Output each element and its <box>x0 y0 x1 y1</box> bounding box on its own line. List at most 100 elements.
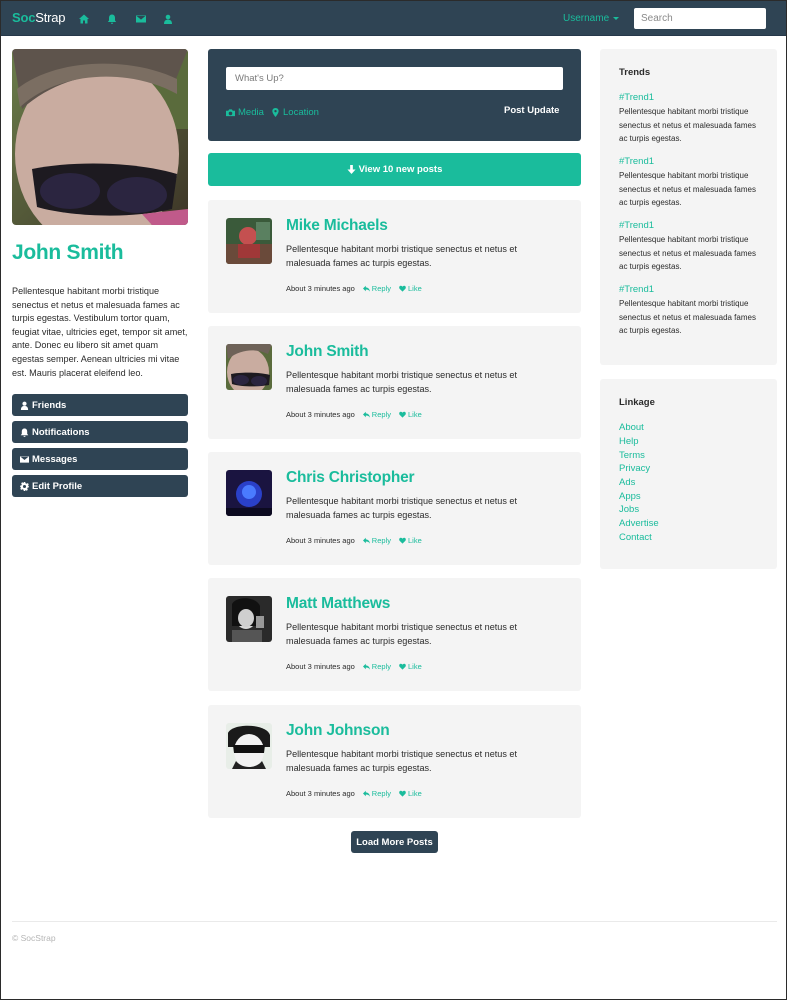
post-update-button[interactable]: Post Update <box>504 105 559 116</box>
view-new-posts-button[interactable]: View 10 new posts <box>208 153 581 186</box>
home-icon[interactable] <box>77 12 90 25</box>
post-meta: About 3 minutes ago Reply Like <box>286 410 422 419</box>
post-text: Pellentesque habitant morbi tristique se… <box>286 244 518 268</box>
post-author[interactable]: Chris Christopher <box>286 469 415 487</box>
media-link[interactable]: Media <box>226 107 264 118</box>
search-input[interactable] <box>634 8 766 29</box>
post-card: Mike Michaels Pellentesque habitant morb… <box>208 200 581 313</box>
heart-icon <box>399 285 406 292</box>
link-privacy[interactable]: Privacy <box>619 463 650 474</box>
reply-icon <box>362 790 370 797</box>
like-link[interactable]: Like <box>399 284 422 293</box>
arrow-down-icon <box>347 165 356 174</box>
trend-text: Pellentesque habitant morbi tristique se… <box>619 171 756 207</box>
caret-down-icon <box>613 16 620 20</box>
heart-icon <box>399 663 406 670</box>
envelope-icon[interactable] <box>134 12 147 25</box>
post-avatar[interactable] <box>226 218 272 264</box>
linkage-title: Linkage <box>619 397 655 408</box>
reply-icon <box>362 411 370 418</box>
link-about[interactable]: About <box>619 422 644 433</box>
trend-tag[interactable]: #Trend1 <box>619 156 654 167</box>
heart-icon <box>399 411 406 418</box>
reply-icon <box>362 663 370 670</box>
post-author[interactable]: Matt Matthews <box>286 595 390 613</box>
link-apps[interactable]: Apps <box>619 491 641 502</box>
post-card: Matt Matthews Pellentesque habitant morb… <box>208 578 581 691</box>
camera-icon <box>226 109 235 117</box>
reply-link[interactable]: Reply <box>362 536 391 545</box>
friends-button[interactable]: Friends <box>12 394 188 416</box>
brand-logo[interactable]: SocStrap <box>12 10 66 25</box>
post-author[interactable]: Mike Michaels <box>286 217 388 235</box>
bell-icon <box>20 427 29 437</box>
post-timestamp: About 3 minutes ago <box>286 284 355 293</box>
post-text: Pellentesque habitant morbi tristique se… <box>286 370 518 394</box>
status-input[interactable] <box>226 67 563 90</box>
post-text: Pellentesque habitant morbi tristique se… <box>286 496 518 520</box>
user-icon <box>20 401 29 410</box>
link-jobs[interactable]: Jobs <box>619 504 639 515</box>
map-marker-icon <box>272 108 279 117</box>
link-advertise[interactable]: Advertise <box>619 518 659 529</box>
edit-profile-button[interactable]: Edit Profile <box>12 475 188 497</box>
post-avatar[interactable] <box>226 344 272 390</box>
trend-tag[interactable]: #Trend1 <box>619 220 654 231</box>
post-author[interactable]: John Johnson <box>286 722 390 740</box>
link-ads[interactable]: Ads <box>619 477 635 488</box>
reply-link[interactable]: Reply <box>362 284 391 293</box>
post-author[interactable]: John Smith <box>286 343 369 361</box>
post-composer: Media Location <box>208 49 581 141</box>
post-avatar[interactable] <box>226 596 272 642</box>
like-link[interactable]: Like <box>399 410 422 419</box>
like-link[interactable]: Like <box>399 536 422 545</box>
post-meta: About 3 minutes ago Reply Like <box>286 536 422 545</box>
reply-link[interactable]: Reply <box>362 662 391 671</box>
post-meta: About 3 minutes ago Reply Like <box>286 662 422 671</box>
notifications-button[interactable]: Notifications <box>12 421 188 443</box>
top-navbar: SocStrap Username <box>1 1 786 36</box>
trend-text: Pellentesque habitant morbi tristique se… <box>619 299 756 335</box>
post-card: John Smith Pellentesque habitant morbi t… <box>208 326 581 439</box>
messages-button[interactable]: Messages <box>12 448 188 470</box>
post-avatar[interactable] <box>226 470 272 516</box>
profile-name: John Smith <box>12 241 124 264</box>
post-avatar[interactable] <box>226 723 272 769</box>
footer-divider <box>12 921 777 922</box>
bell-icon[interactable] <box>105 12 118 25</box>
post-timestamp: About 3 minutes ago <box>286 410 355 419</box>
link-terms[interactable]: Terms <box>619 450 645 461</box>
linkage-panel: Linkage About Help Terms Privacy Ads App… <box>600 379 777 569</box>
heart-icon <box>399 537 406 544</box>
gear-icon <box>20 481 29 491</box>
load-more-button[interactable]: Load More Posts <box>351 831 438 853</box>
post-timestamp: About 3 minutes ago <box>286 789 355 798</box>
like-link[interactable]: Like <box>399 789 422 798</box>
post-card: Chris Christopher Pellentesque habitant … <box>208 452 581 565</box>
location-link[interactable]: Location <box>271 107 319 118</box>
username-dropdown[interactable]: Username <box>563 13 620 24</box>
post-text: Pellentesque habitant morbi tristique se… <box>286 749 518 773</box>
reply-link[interactable]: Reply <box>362 789 391 798</box>
profile-bio: Pellentesque habitant morbi tristique se… <box>12 286 188 378</box>
post-timestamp: About 3 minutes ago <box>286 662 355 671</box>
reply-icon <box>362 537 370 544</box>
trend-tag[interactable]: #Trend1 <box>619 284 654 295</box>
trend-tag[interactable]: #Trend1 <box>619 92 654 103</box>
like-link[interactable]: Like <box>399 662 422 671</box>
trend-text: Pellentesque habitant morbi tristique se… <box>619 107 756 143</box>
reply-link[interactable]: Reply <box>362 410 391 419</box>
user-icon[interactable] <box>161 12 174 25</box>
reply-icon <box>362 285 370 292</box>
post-meta: About 3 minutes ago Reply Like <box>286 789 422 798</box>
envelope-icon <box>20 455 29 463</box>
link-help[interactable]: Help <box>619 436 639 447</box>
post-text: Pellentesque habitant morbi tristique se… <box>286 622 518 646</box>
trends-title: Trends <box>619 67 651 78</box>
profile-avatar <box>12 49 188 225</box>
heart-icon <box>399 790 406 797</box>
link-contact[interactable]: Contact <box>619 532 652 543</box>
trend-text: Pellentesque habitant morbi tristique se… <box>619 235 756 271</box>
post-timestamp: About 3 minutes ago <box>286 536 355 545</box>
post-meta: About 3 minutes ago Reply Like <box>286 284 422 293</box>
